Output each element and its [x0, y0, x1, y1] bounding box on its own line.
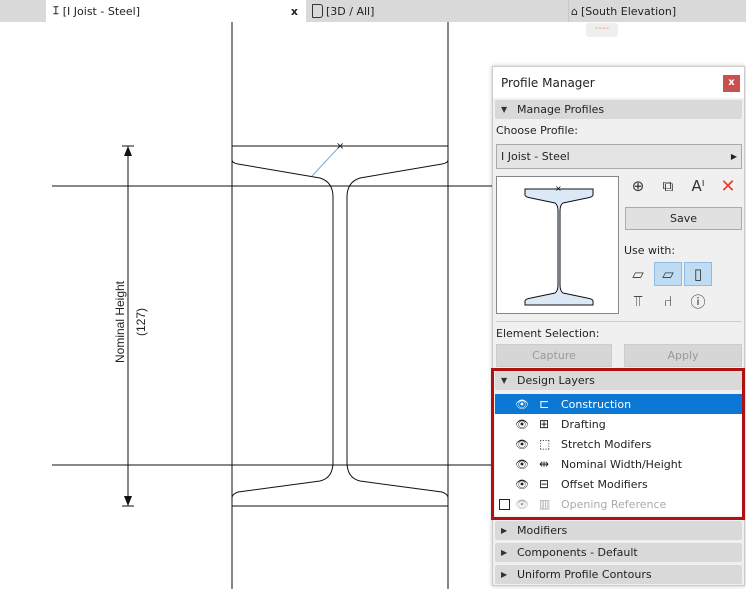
panel-title: Profile Manager — [493, 67, 744, 98]
duplicate-profile-icon[interactable]: ⧉ — [654, 174, 682, 198]
apply-button[interactable]: Apply — [624, 344, 742, 367]
chevron-right-icon: ▶ — [730, 152, 737, 161]
profile-value: I Joist - Steel — [501, 150, 570, 163]
section-label: Modifiers — [517, 524, 568, 537]
section-label: Uniform Profile Contours — [517, 568, 652, 581]
profile-preview: × — [496, 176, 619, 314]
beam-icon[interactable]: ⏥ — [654, 262, 682, 286]
tab-3d[interactable]: [3D / All] — [310, 0, 374, 22]
collapsed-triangle-icon: ▶ — [501, 570, 508, 579]
section-modifiers[interactable]: ▶ Modifiers — [495, 521, 742, 540]
i-beam-profile — [231, 145, 449, 507]
section-label: Manage Profiles — [517, 103, 605, 116]
wall-icon[interactable]: ▱ — [624, 262, 652, 286]
collapsed-triangle-icon: ▶ — [501, 526, 508, 535]
close-tab-button[interactable]: x — [291, 5, 298, 18]
collapsed-triangle-icon: ▶ — [501, 548, 508, 557]
anchor-mark: × — [336, 141, 344, 152]
tab-label: [I Joist - Steel] — [62, 4, 141, 18]
delete-icon[interactable]: ✕ — [714, 174, 742, 198]
close-button[interactable]: x — [723, 75, 740, 92]
divider — [496, 321, 742, 322]
section-label: Components - Default — [517, 546, 638, 559]
column-icon[interactable]: ▯ — [684, 262, 712, 286]
section-uniform-contours[interactable]: ▶ Uniform Profile Contours — [495, 565, 742, 584]
tab-i-joist[interactable]: 𝙸 [I Joist - Steel] x — [46, 0, 306, 22]
dimension-value: (127) — [134, 308, 148, 336]
element-selection-label: Element Selection: — [496, 327, 600, 340]
tab-south-elevation[interactable]: ⌂ [South Elevation] — [568, 0, 746, 22]
section-components[interactable]: ▶ Components - Default — [495, 543, 742, 562]
use-with-label: Use with: — [624, 244, 676, 257]
choose-profile-label: Choose Profile: — [496, 124, 579, 137]
railing-icon[interactable]: ⫪ — [624, 289, 652, 313]
info-icon[interactable]: ⓘ — [684, 289, 712, 313]
design-layers-highlight — [491, 368, 745, 520]
tab-label: [3D / All] — [326, 4, 375, 18]
svg-text:×: × — [555, 184, 562, 193]
capture-button[interactable]: Capture — [496, 344, 612, 367]
house-icon: ⌂ — [571, 4, 578, 18]
3d-box-icon — [312, 4, 323, 18]
tab-label: [South Elevation] — [580, 4, 677, 18]
rename-icon[interactable]: Aᴵ — [684, 174, 712, 198]
i-beam-icon: 𝙸 — [52, 4, 60, 17]
section-manage-profiles[interactable]: ▼ Manage Profiles — [495, 100, 742, 119]
new-profile-icon[interactable]: ⊕ — [624, 174, 652, 198]
profile-dropdown[interactable]: I Joist - Steel ▶ — [496, 144, 742, 169]
expanded-triangle-icon: ▼ — [501, 105, 508, 114]
save-button[interactable]: Save — [625, 207, 742, 230]
chair-icon[interactable]: ⑁ — [654, 289, 682, 313]
tab-bar: 𝙸 [I Joist - Steel] x [3D / All] ⌂ [Sout… — [0, 0, 746, 22]
dimension-label: Nominal Height — [113, 280, 127, 363]
